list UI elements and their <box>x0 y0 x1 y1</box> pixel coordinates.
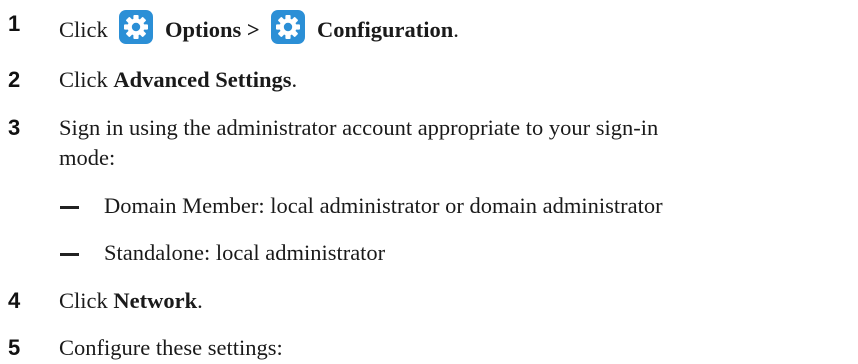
configuration-label: Configuration <box>316 17 454 42</box>
step-text: Configure these settings: <box>59 335 283 360</box>
network-label: Network <box>113 288 198 313</box>
step-number: 4 <box>8 288 21 313</box>
period: . <box>197 288 203 313</box>
step-text: Click Network. <box>59 286 850 316</box>
dash-bullet <box>60 238 82 268</box>
step-text-click: Click <box>59 288 114 313</box>
step-text-line-1: Sign in using the administrator account … <box>59 115 659 140</box>
step-text-line-2: mode: <box>59 145 116 170</box>
gear-icon <box>270 9 306 45</box>
period: . <box>291 67 298 92</box>
step-number: 1 <box>8 11 21 36</box>
dash-bullet <box>60 191 82 221</box>
step-text: Click Options > Configuration. <box>59 9 850 45</box>
gear-icon <box>118 9 154 45</box>
step-number: 2 <box>8 67 21 92</box>
step-number: 5 <box>8 335 21 360</box>
step-number: 3 <box>8 115 21 140</box>
step-text-click: Click <box>59 17 108 42</box>
period: . <box>453 17 459 42</box>
substep-text: Domain Member: local administrator or do… <box>104 193 663 218</box>
advanced-settings-label: Advanced Settings <box>113 67 292 92</box>
substep-text: Standalone: local administrator <box>104 240 386 265</box>
step-text: Click Advanced Settings. <box>59 65 850 95</box>
step-text-click: Click <box>59 67 114 92</box>
options-label: Options > <box>165 17 260 42</box>
